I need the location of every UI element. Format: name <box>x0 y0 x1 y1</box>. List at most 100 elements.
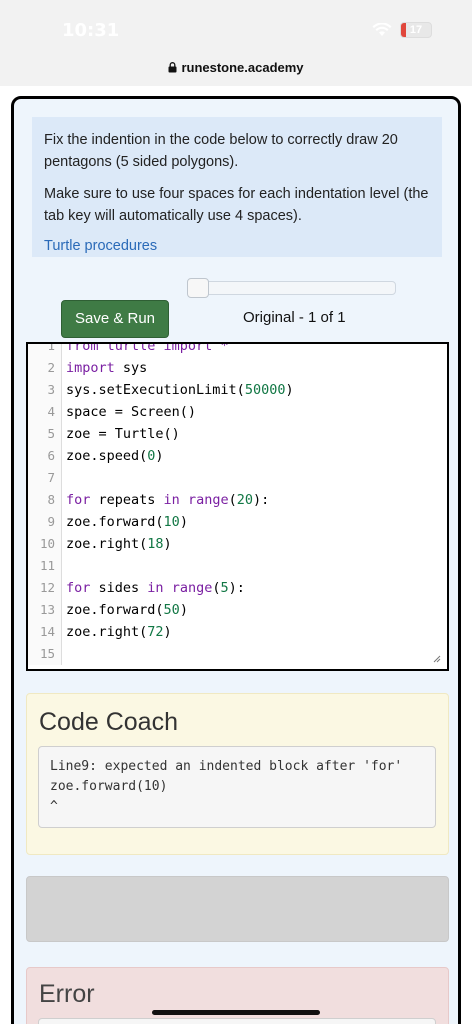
line-number: 14 <box>28 621 62 643</box>
code-text[interactable]: zoe.forward(10) <box>62 511 188 533</box>
code-line[interactable]: 12 for sides in range(5): <box>28 577 447 599</box>
line-number: 2 <box>28 357 62 379</box>
line-number: 11 <box>28 555 62 577</box>
code-token: sys <box>114 360 148 376</box>
code-coach-panel: Code Coach Line9: expected an indented b… <box>26 693 449 855</box>
history-slider[interactable] <box>187 278 396 298</box>
code-token: ): <box>228 580 245 596</box>
code-coach-message: Line9: expected an indented block after … <box>38 746 436 828</box>
instructions-text-1: Fix the indention in the code below to c… <box>44 132 398 170</box>
error-panel: Error <box>26 967 449 1024</box>
code-token: in <box>147 580 164 596</box>
code-token: zoe.forward( <box>66 514 164 530</box>
code-token: zoe.right( <box>66 624 148 640</box>
code-token: zoe.speed( <box>66 448 148 464</box>
code-token: zoe.right( <box>66 536 148 552</box>
code-editor[interactable]: 1 from turtle import * 2 import sys 3 sys.set… <box>26 342 449 671</box>
code-text[interactable]: from turtle import * <box>62 342 229 357</box>
code-token: zoe = Turtle() <box>66 426 180 442</box>
code-line[interactable]: 8 for repeats in range(20): <box>28 489 447 511</box>
code-line[interactable]: 10 zoe.right(18) <box>28 533 447 555</box>
code-line[interactable]: 2 import sys <box>28 357 447 379</box>
turtle-procedures-link[interactable]: Turtle procedures <box>44 238 157 254</box>
code-token: import <box>66 360 115 376</box>
code-line[interactable]: 5 zoe = Turtle() <box>28 423 447 445</box>
code-line[interactable]: 15 <box>28 643 447 665</box>
status-time: 10:31 <box>62 20 120 41</box>
code-text[interactable]: for sides in range(5): <box>62 577 245 599</box>
line-number: 15 <box>28 643 62 665</box>
output-panel <box>26 876 449 942</box>
code-line[interactable]: 3 sys.setExecutionLimit(50000) <box>28 379 447 401</box>
code-line[interactable]: 7 <box>28 467 447 489</box>
code-token: zoe.forward( <box>66 602 164 618</box>
code-token: ( <box>228 492 237 508</box>
line-number: 12 <box>28 577 62 599</box>
line-number: 13 <box>28 599 62 621</box>
code-token: sys.setExecutionLimit( <box>66 382 245 398</box>
code-line[interactable]: 6 zoe.speed(0) <box>28 445 447 467</box>
error-message <box>38 1018 436 1024</box>
battery-icon: 17 <box>400 22 432 38</box>
code-text[interactable]: zoe.forward(50) <box>62 599 188 621</box>
code-text[interactable]: for repeats in range(20): <box>62 489 269 511</box>
code-token: ) <box>285 382 294 398</box>
code-text[interactable] <box>62 643 66 665</box>
error-title: Error <box>39 980 95 1008</box>
code-text[interactable] <box>62 467 66 489</box>
code-token: from turtle <box>66 342 164 354</box>
instructions-text-2: Make sure to use four spaces for each in… <box>44 186 429 224</box>
save-run-button[interactable]: Save & Run <box>61 300 169 338</box>
address-bar[interactable]: runestone.academy <box>0 58 472 86</box>
lock-icon <box>168 62 177 73</box>
version-label: Original - 1 of 1 <box>243 309 346 326</box>
code-token: ) <box>163 536 172 552</box>
code-line[interactable]: 14 zoe.right(72) <box>28 621 447 643</box>
code-token: 5 <box>220 580 229 596</box>
code-token: for <box>66 580 91 596</box>
code-token: space = Screen() <box>66 404 197 420</box>
code-token: for <box>66 492 91 508</box>
code-line[interactable]: 11 <box>28 555 447 577</box>
code-line[interactable]: 4 space = Screen() <box>28 401 447 423</box>
code-token: range <box>171 580 213 596</box>
code-token: range <box>187 492 229 508</box>
code-text[interactable]: space = Screen() <box>62 401 196 423</box>
code-line[interactable]: 13 zoe.forward(50) <box>28 599 447 621</box>
code-text[interactable] <box>62 555 66 577</box>
code-token: 50 <box>163 602 180 618</box>
wifi-icon <box>372 23 392 36</box>
code-text[interactable]: zoe.speed(0) <box>62 445 164 467</box>
code-token: import * <box>163 342 229 354</box>
code-line[interactable]: 9 zoe.forward(10) <box>28 511 447 533</box>
code-token: 72 <box>147 624 164 640</box>
instructions-panel: Fix the indention in the code below to c… <box>32 117 442 257</box>
status-icons: 17 <box>372 22 432 38</box>
code-text[interactable]: sys.setExecutionLimit(50000) <box>62 379 294 401</box>
code-token: 10 <box>163 514 180 530</box>
code-token: ) <box>179 602 188 618</box>
line-number: 5 <box>28 423 62 445</box>
line-number: 1 <box>28 344 62 357</box>
url-text: runestone.academy <box>181 60 304 75</box>
line-number: 10 <box>28 533 62 555</box>
code-line[interactable]: 1 from turtle import * <box>28 342 447 357</box>
history-slider-thumb[interactable] <box>187 278 209 298</box>
home-indicator <box>152 1010 320 1015</box>
code-coach-title: Code Coach <box>39 708 178 736</box>
code-text[interactable]: import sys <box>62 357 147 379</box>
battery-percent: 17 <box>409 24 423 36</box>
code-token: ) <box>179 514 188 530</box>
code-text[interactable]: zoe.right(72) <box>62 621 172 643</box>
line-number: 7 <box>28 467 62 489</box>
code-token: ): <box>253 492 270 508</box>
code-text[interactable]: zoe.right(18) <box>62 533 172 555</box>
code-token: 50000 <box>244 382 286 398</box>
code-text[interactable]: zoe = Turtle() <box>62 423 180 445</box>
code-token: ) <box>163 624 172 640</box>
status-bar: 10:31 17 <box>0 0 472 60</box>
code-token: 20 <box>236 492 253 508</box>
code-token: 18 <box>147 536 164 552</box>
